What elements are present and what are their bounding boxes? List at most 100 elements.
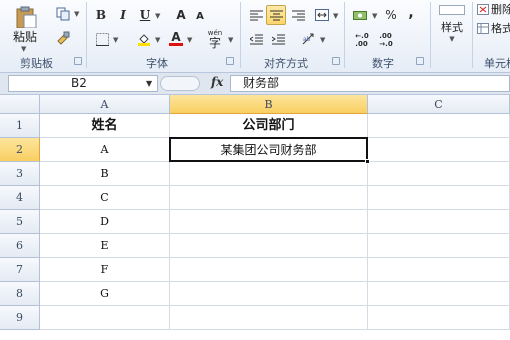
bold-button[interactable]: B [92, 6, 110, 24]
increase-indent-button[interactable] [268, 30, 288, 48]
cell-c5[interactable] [368, 210, 510, 234]
ribbon: 粘贴 ▼ ▼ 剪贴板 B I U ▼ A A ▼ ▼ A ▼ wén 字 ▼ 字… [0, 0, 510, 73]
orientation-icon: ab [302, 33, 314, 45]
cell-b1[interactable]: 公司部门 [170, 114, 368, 138]
phonetic-button[interactable]: wén 字 [204, 29, 226, 49]
decrease-decimal-button[interactable]: .00 →.0 [376, 30, 396, 50]
column-header-b[interactable]: B [170, 95, 368, 114]
merge-center-button[interactable] [312, 6, 332, 24]
orientation-dropdown-icon[interactable]: ▼ [320, 36, 325, 44]
cell-b5[interactable] [170, 210, 368, 234]
fill-color-dropdown-icon[interactable]: ▼ [155, 36, 160, 44]
cell-a8[interactable]: G [40, 282, 170, 306]
paste-dropdown-icon[interactable]: ▼ [21, 45, 26, 53]
cell-c3[interactable] [368, 162, 510, 186]
cell-c2[interactable] [368, 138, 510, 162]
cell-b4[interactable] [170, 186, 368, 210]
row-header-3[interactable]: 3 [0, 162, 40, 186]
name-box[interactable]: B2 [8, 75, 158, 92]
font-color-dropdown-icon[interactable]: ▼ [187, 36, 192, 44]
phonetic-dropdown-icon[interactable]: ▼ [228, 36, 233, 44]
fill-color-button[interactable] [134, 30, 154, 48]
cell-c9[interactable] [368, 306, 510, 330]
cell-a1[interactable]: 姓名 [40, 114, 170, 138]
align-left-button[interactable] [246, 6, 266, 24]
merge-center-icon [315, 9, 329, 21]
row-header-5[interactable]: 5 [0, 210, 40, 234]
align-right-button[interactable] [288, 6, 308, 24]
delete-button[interactable]: 删除 [476, 1, 510, 17]
paste-button[interactable]: 粘贴 [4, 2, 46, 48]
active-cell-border [169, 137, 368, 162]
decrease-indent-button[interactable] [246, 30, 266, 48]
row-header-4[interactable]: 4 [0, 186, 40, 210]
cell-b9[interactable] [170, 306, 368, 330]
name-box-dropdown-icon[interactable]: ▼ [146, 79, 152, 88]
cell-b8[interactable] [170, 282, 368, 306]
cell-c1[interactable] [368, 114, 510, 138]
font-color-button[interactable]: A [166, 30, 186, 48]
paste-icon [16, 6, 37, 28]
formula-bar-resize-handle[interactable] [160, 76, 200, 91]
copy-button[interactable] [52, 5, 74, 23]
cell-b7[interactable] [170, 258, 368, 282]
cell-c8[interactable] [368, 282, 510, 306]
insert-function-button[interactable]: fx [211, 75, 223, 89]
alignment-launcher-icon[interactable] [332, 57, 340, 65]
borders-button[interactable] [92, 30, 112, 48]
row-header-7[interactable]: 7 [0, 258, 40, 282]
cell-c6[interactable] [368, 234, 510, 258]
orientation-button[interactable]: ab [298, 30, 320, 48]
styles-dropdown-icon: ▼ [449, 35, 455, 43]
cell-a7[interactable]: F [40, 258, 170, 282]
select-all-corner[interactable] [0, 95, 40, 114]
cell-b6[interactable] [170, 234, 368, 258]
percent-button[interactable]: % [382, 6, 400, 24]
cell-b3[interactable] [170, 162, 368, 186]
grow-font-button[interactable]: A [172, 6, 190, 24]
font-launcher-icon[interactable] [226, 57, 234, 65]
row-header-2[interactable]: 2 [0, 138, 40, 162]
row-header-9[interactable]: 9 [0, 306, 40, 330]
column-header-a[interactable]: A [40, 95, 170, 114]
styles-button[interactable]: 样式 ▼ [434, 2, 470, 46]
format-painter-button[interactable] [52, 29, 74, 47]
increase-decimal-button[interactable]: ←.0.00 [352, 30, 372, 50]
cell-a5[interactable]: D [40, 210, 170, 234]
accounting-format-button[interactable] [350, 6, 372, 24]
clipboard-group-label: 剪贴板 [20, 57, 53, 70]
styles-icon [439, 5, 465, 15]
row-header-6[interactable]: 6 [0, 234, 40, 258]
dec-decimal-icon: .00 →.0 [379, 32, 393, 48]
align-left-icon [249, 10, 263, 20]
borders-dropdown-icon[interactable]: ▼ [113, 36, 118, 44]
shrink-font-button[interactable]: A [192, 8, 208, 24]
merge-dropdown-icon[interactable]: ▼ [333, 12, 338, 20]
italic-button[interactable]: I [114, 6, 132, 24]
clipboard-launcher-icon[interactable] [74, 57, 82, 65]
comma-button[interactable]: , [404, 4, 418, 22]
cell-a9[interactable] [40, 306, 170, 330]
column-header-c[interactable]: C [368, 95, 510, 114]
format-button[interactable]: 格式 [476, 20, 510, 36]
divider [86, 2, 87, 68]
cell-a4[interactable]: C [40, 186, 170, 210]
cell-a2[interactable]: A [40, 138, 170, 162]
align-right-icon [291, 10, 305, 20]
align-center-button[interactable] [266, 5, 286, 25]
cell-c7[interactable] [368, 258, 510, 282]
cell-a6[interactable]: E [40, 234, 170, 258]
row-header-8[interactable]: 8 [0, 282, 40, 306]
styles-label: 样式 [441, 21, 463, 34]
underline-button[interactable]: U [136, 6, 154, 24]
borders-icon [95, 32, 109, 46]
number-launcher-icon[interactable] [416, 57, 424, 65]
underline-dropdown-icon[interactable]: ▼ [155, 12, 160, 20]
copy-dropdown-icon[interactable]: ▼ [74, 10, 79, 18]
accounting-dropdown-icon[interactable]: ▼ [372, 12, 377, 20]
cell-c4[interactable] [368, 186, 510, 210]
formula-input[interactable]: 财务部 [230, 75, 510, 92]
cell-a3[interactable]: B [40, 162, 170, 186]
fill-handle[interactable] [365, 159, 370, 164]
row-header-1[interactable]: 1 [0, 114, 40, 138]
